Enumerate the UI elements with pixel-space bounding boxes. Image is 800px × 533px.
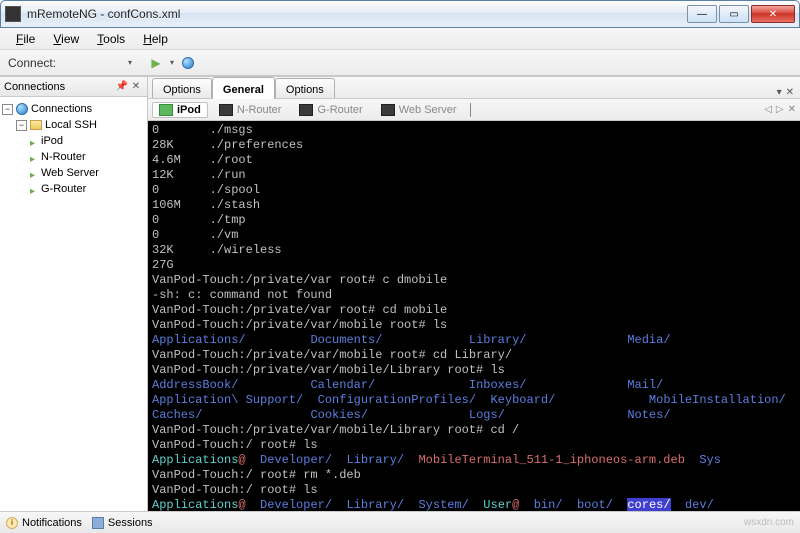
panel-close-icon[interactable]: ✕: [129, 80, 143, 94]
window-buttons: — ▭ ✕: [687, 5, 795, 23]
connection-icon: [30, 185, 38, 193]
connections-tree[interactable]: − Connections − Local SSH iPodN-RouterWe…: [0, 97, 147, 201]
session-icon: [381, 104, 395, 116]
tree-item[interactable]: Web Server: [2, 165, 145, 181]
maximize-button[interactable]: ▭: [719, 5, 749, 23]
connections-panel-title: Connections: [4, 81, 65, 93]
session-tab[interactable]: Web Server: [374, 102, 464, 118]
info-icon: i: [6, 517, 18, 529]
menu-view[interactable]: View: [45, 30, 87, 48]
menu-tools[interactable]: Tools: [89, 30, 133, 48]
main-area: Connections 📌 ✕ − Connections − Local SS…: [0, 76, 800, 511]
nav-prev-icon[interactable]: ◁: [764, 104, 772, 115]
connection-icon: [30, 137, 38, 145]
sessions-icon: [92, 517, 104, 529]
session-nav: ◁ ▷ ✕: [764, 104, 796, 115]
expand-icon[interactable]: −: [2, 104, 13, 115]
session-icon: [219, 104, 233, 116]
tab-general[interactable]: General: [212, 77, 275, 99]
watermark: wsxdn.com: [744, 517, 794, 528]
session-tab-label: iPod: [177, 104, 201, 116]
connections-panel-header[interactable]: Connections 📌 ✕: [0, 77, 147, 97]
minimize-button[interactable]: —: [687, 5, 717, 23]
tree-item[interactable]: N-Router: [2, 149, 145, 165]
close-button[interactable]: ✕: [751, 5, 795, 23]
session-tab-label: N-Router: [237, 104, 282, 116]
expand-icon[interactable]: −: [16, 120, 27, 131]
window-title: mRemoteNG - confCons.xml: [27, 7, 687, 21]
tab-options-2[interactable]: Options: [275, 78, 335, 98]
terminal-output[interactable]: 0 ./msgs 28K ./preferences 4.6M ./root 1…: [148, 121, 800, 511]
session-tab[interactable]: N-Router: [212, 102, 289, 118]
toolbar: Connect: ▾ ▶ ▾: [0, 50, 800, 76]
connect-label: Connect:: [8, 56, 56, 70]
session-tab-label: G-Router: [317, 104, 362, 116]
menu-help[interactable]: Help: [135, 30, 176, 48]
menu-file[interactable]: File: [8, 30, 43, 48]
connection-icon: [30, 153, 38, 161]
session-tab-label: Web Server: [399, 104, 457, 116]
tree-folder[interactable]: − Local SSH: [2, 117, 145, 133]
session-tabstrip: iPod N-Router G-Router Web Server ◁ ▷ ✕: [148, 99, 800, 121]
session-tab[interactable]: G-Router: [292, 102, 369, 118]
tabstrip-tools: ▾ ✕: [777, 87, 796, 98]
connect-dropdown[interactable]: ▾: [128, 58, 132, 67]
tab-close-icon[interactable]: ✕: [786, 87, 794, 98]
status-notifications[interactable]: i Notifications: [6, 517, 82, 529]
window-titlebar: mRemoteNG - confCons.xml — ▭ ✕: [0, 0, 800, 28]
pin-icon[interactable]: 📌: [115, 80, 129, 94]
tab-options[interactable]: Options: [152, 78, 212, 98]
tree-item[interactable]: iPod: [2, 133, 145, 149]
play-icon[interactable]: ▶: [148, 55, 164, 71]
statusbar: i Notifications Sessions wsxdn.com: [0, 511, 800, 533]
nav-close-icon[interactable]: ✕: [788, 104, 796, 115]
session-icon: [299, 104, 313, 116]
tree-item[interactable]: G-Router: [2, 181, 145, 197]
session-icon: [159, 104, 173, 116]
app-icon: [5, 6, 21, 22]
status-sessions[interactable]: Sessions: [92, 517, 153, 529]
text-cursor: [470, 103, 471, 117]
tab-menu-icon[interactable]: ▾: [777, 87, 782, 98]
content-area: Options General Options ▾ ✕ iPod N-Router…: [148, 77, 800, 511]
connections-panel: Connections 📌 ✕ − Connections − Local SS…: [0, 77, 148, 511]
connection-icon: [30, 169, 38, 177]
menubar: File View Tools Help: [0, 28, 800, 50]
property-tabstrip: Options General Options ▾ ✕: [148, 77, 800, 99]
connections-icon: [16, 103, 28, 115]
globe-icon[interactable]: [180, 55, 196, 71]
session-tab[interactable]: iPod: [152, 102, 208, 118]
nav-next-icon[interactable]: ▷: [776, 104, 784, 115]
tree-root[interactable]: − Connections: [2, 101, 145, 117]
play-dropdown[interactable]: ▾: [170, 58, 174, 67]
folder-icon: [30, 120, 42, 130]
